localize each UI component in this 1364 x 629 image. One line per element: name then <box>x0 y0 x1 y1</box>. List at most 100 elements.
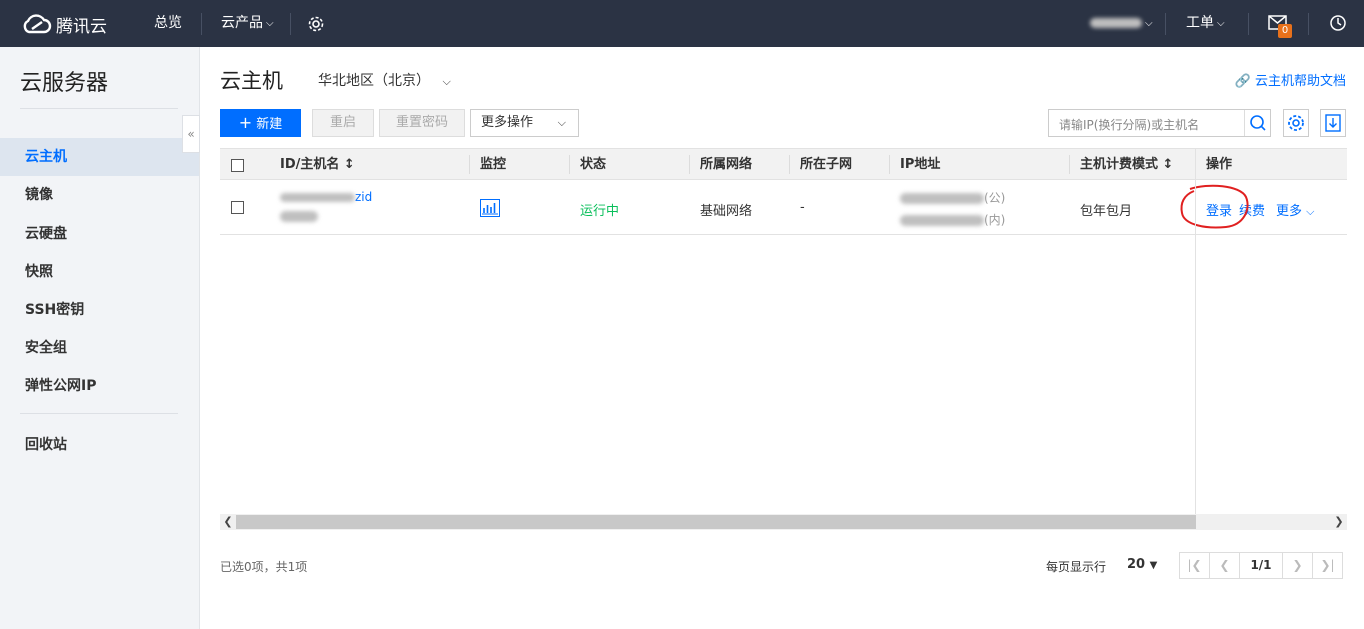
sidebar-item-images[interactable]: 镜像 <box>0 176 199 214</box>
logo-text: 腾讯云 <box>56 16 107 37</box>
sidebar-item-instances[interactable]: 云主机 <box>0 138 199 176</box>
top-nav-bar: 腾讯云 总览 云产品 ⌵ ⌵ 工单 ⌵ 0 <box>0 0 1364 47</box>
monitor-chart-icon[interactable] <box>480 199 500 221</box>
sidebar-title: 云服务器 <box>20 71 109 96</box>
sidebar-item-snapshots[interactable]: 快照 <box>0 253 199 291</box>
export-button[interactable] <box>1320 109 1346 137</box>
column-settings-button[interactable] <box>1283 109 1309 137</box>
link-icon: 🔗 <box>1234 74 1251 89</box>
column-header-id-label: ID/主机名 <box>280 157 340 172</box>
gear-icon <box>1288 115 1304 131</box>
selection-summary: 已选0项，共1项 <box>220 560 308 574</box>
per-page-label: 每页显示行 <box>1046 560 1107 574</box>
redacted-instance-id <box>280 193 355 202</box>
scrollbar-thumb[interactable] <box>236 515 1196 529</box>
billing-mode-value: 包年包月 <box>1080 204 1133 219</box>
column-header-billing-label: 主机计费模式 <box>1080 157 1159 172</box>
settings-gear-icon[interactable] <box>306 14 326 34</box>
column-header-billing[interactable]: 主机计费模式 ↕ <box>1080 149 1173 180</box>
download-icon <box>1325 114 1341 132</box>
sidebar-item-disks[interactable]: 云硬盘 <box>0 215 199 253</box>
help-doc-label: 云主机帮助文档 <box>1254 74 1346 89</box>
pagination: |❮ ❮ 1/1 ❯ ❯| <box>1179 552 1343 579</box>
sort-icon: ↕ <box>1162 157 1174 172</box>
tencent-cloud-logo[interactable]: 腾讯云 <box>20 10 107 38</box>
select-all-checkbox[interactable] <box>231 159 244 172</box>
nav-divider <box>201 13 202 35</box>
account-menu[interactable]: ⌵ <box>1090 0 1153 47</box>
column-header-subnet: 所在子网 <box>800 157 853 172</box>
chevron-down-icon: ⌵ <box>266 18 274 29</box>
reset-password-button[interactable]: 重置密码 <box>379 109 465 137</box>
last-page-icon[interactable]: ❯| <box>1312 552 1343 579</box>
private-ip: (内) <box>900 211 1005 228</box>
nav-products-dropdown[interactable]: 云产品 ⌵ <box>221 0 274 47</box>
column-divider <box>1069 155 1070 174</box>
instance-id-fragment: zid <box>355 190 373 204</box>
redacted-hostname <box>280 211 318 226</box>
help-doc-link[interactable]: 🔗 云主机帮助文档 <box>1235 70 1346 89</box>
subnet-value: - <box>800 200 805 215</box>
page-indicator: 1/1 <box>1239 552 1283 579</box>
search-input[interactable]: 请输IP(换行分隔)或主机名 <box>1059 116 1199 133</box>
sidebar-divider <box>20 413 178 414</box>
nav-divider <box>1165 13 1166 35</box>
scroll-right-icon[interactable]: ❯ <box>1331 514 1347 530</box>
public-ip: (公) <box>900 189 1005 206</box>
column-divider <box>889 155 890 174</box>
first-page-icon[interactable]: |❮ <box>1179 552 1210 579</box>
sidebar-item-security-groups[interactable]: 安全组 <box>0 329 199 367</box>
more-actions-dropdown[interactable]: 更多操作 ⌵ <box>470 109 579 137</box>
horizontal-scrollbar[interactable]: ❮ ❯ <box>220 514 1347 530</box>
network-value: 基础网络 <box>700 204 753 219</box>
public-ip-suffix: (公) <box>984 191 1006 205</box>
column-header-monitor: 监控 <box>480 157 507 172</box>
history-clock-icon[interactable] <box>1329 14 1347 33</box>
search-box: 请输IP(换行分隔)或主机名 <box>1048 109 1271 137</box>
mail-count-badge: 0 <box>1278 24 1292 38</box>
search-icon <box>1250 115 1266 131</box>
caret-down-icon: ▼ <box>1149 560 1158 571</box>
restart-button[interactable]: 重启 <box>312 109 374 137</box>
search-button[interactable] <box>1244 110 1270 136</box>
column-divider <box>689 155 690 174</box>
per-page-value: 20 <box>1127 557 1146 572</box>
nav-ticket-label: 工单 <box>1186 15 1214 31</box>
sort-icon: ↕ <box>343 157 355 172</box>
more-actions-label: 更多操作 <box>481 115 534 130</box>
actions-column-divider <box>1195 148 1347 514</box>
per-page-select[interactable]: 20 ▼ <box>1127 557 1157 572</box>
instance-id-link[interactable]: zid <box>280 190 372 205</box>
scroll-left-icon[interactable]: ❮ <box>220 514 236 530</box>
table-header: ID/主机名 ↕ 监控 状态 所属网络 所在子网 IP地址 主机计费模式 ↕ 操… <box>220 148 1347 180</box>
chevron-down-icon: ⌵ <box>1217 18 1225 29</box>
redacted-private-ip <box>900 215 984 226</box>
column-header-status: 状态 <box>580 157 607 172</box>
nav-overview[interactable]: 总览 <box>154 0 182 47</box>
status-running: 运行中 <box>580 204 620 219</box>
nav-ticket-dropdown[interactable]: 工单 ⌵ <box>1186 0 1225 47</box>
plus-icon: + <box>238 113 253 132</box>
sidebar-item-elastic-ip[interactable]: 弹性公网IP <box>0 367 199 405</box>
region-label: 华北地区（北京） <box>318 73 430 89</box>
nav-divider <box>1308 13 1309 35</box>
prev-page-icon[interactable]: ❮ <box>1209 552 1240 579</box>
column-divider <box>469 155 470 174</box>
collapse-sidebar-button[interactable]: « <box>182 115 200 153</box>
chevron-down-icon: ⌵ <box>557 116 566 129</box>
new-instance-button[interactable]: + 新建 <box>220 109 301 137</box>
column-divider <box>569 155 570 174</box>
sidebar-divider <box>20 108 178 109</box>
sidebar-item-recycle-bin[interactable]: 回收站 <box>0 426 199 464</box>
column-header-id[interactable]: ID/主机名 ↕ <box>280 149 355 180</box>
region-selector[interactable]: 华北地区（北京） ⌵ <box>318 70 451 90</box>
new-button-label: 新建 <box>256 117 283 132</box>
nav-products-label: 云产品 <box>221 15 263 31</box>
next-page-icon[interactable]: ❯ <box>1282 552 1313 579</box>
column-header-network: 所属网络 <box>700 157 753 172</box>
row-checkbox[interactable] <box>231 201 244 214</box>
page-title: 云主机 <box>220 69 283 93</box>
sidebar-item-ssh-keys[interactable]: SSH密钥 <box>0 291 199 329</box>
column-divider <box>789 155 790 174</box>
column-header-ip: IP地址 <box>900 157 941 172</box>
